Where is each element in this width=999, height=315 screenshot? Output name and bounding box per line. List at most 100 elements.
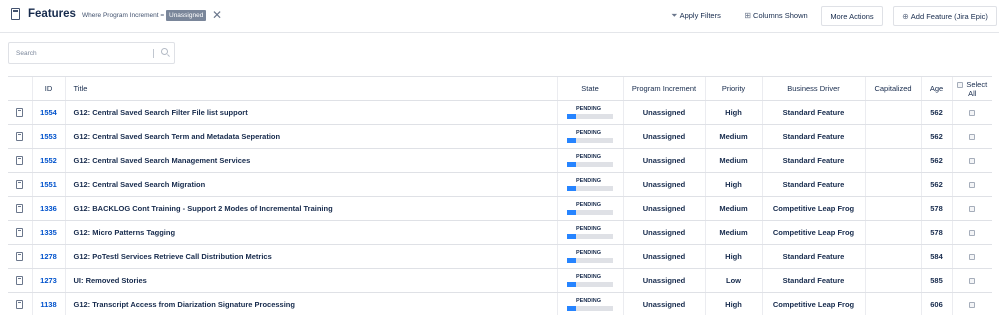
feature-title[interactable]: G12: PoTestl Services Retrieve Call Dist… <box>64 244 557 269</box>
document-icon <box>16 228 24 238</box>
program-increment-cell: Unassigned <box>622 124 705 149</box>
close-icon[interactable]: ✕ <box>212 8 222 22</box>
page-header: Features Where Program Increment = Unass… <box>0 0 999 33</box>
column-header-title[interactable]: Title <box>64 76 557 101</box>
table-header-row: ID Title State Program Increment Priorit… <box>8 76 992 101</box>
program-increment-cell: Unassigned <box>622 196 705 221</box>
business-driver-cell: Standard Feature <box>761 124 865 149</box>
feature-title[interactable]: G12: Central Saved Search Migration <box>64 172 557 197</box>
feature-id-link[interactable]: 1278 <box>31 244 65 269</box>
row-checkbox[interactable] <box>969 302 976 309</box>
capitalized-cell <box>864 148 921 173</box>
state-progress-bar <box>567 306 613 311</box>
capitalized-cell <box>864 172 921 197</box>
business-driver-cell: Competitive Leap Frog <box>761 196 865 221</box>
column-header-id[interactable]: ID <box>31 76 65 101</box>
program-increment-cell: Unassigned <box>622 220 705 245</box>
document-icon <box>16 300 24 310</box>
row-checkbox[interactable] <box>969 254 976 261</box>
table-row[interactable]: 1336 G12: BACKLOG Cont Training - Support… <box>8 196 992 221</box>
state-cell: PENDING <box>556 292 623 315</box>
column-header-capitalized[interactable]: Capitalized <box>864 76 921 101</box>
row-checkbox[interactable] <box>969 134 976 141</box>
row-select-cell <box>951 172 992 197</box>
state-cell: PENDING <box>556 148 623 173</box>
business-driver-cell: Competitive Leap Frog <box>761 220 865 245</box>
state-progress-fill <box>567 138 577 143</box>
state-progress-bar <box>567 210 613 215</box>
feature-title[interactable]: G12: BACKLOG Cont Training - Support 2 M… <box>64 196 557 221</box>
program-increment-cell: Unassigned <box>622 244 705 269</box>
row-select-cell <box>951 220 992 245</box>
state-indicator: PENDING <box>567 178 613 191</box>
state-progress-fill <box>567 114 577 119</box>
column-header-program-increment[interactable]: Program Increment <box>622 76 705 101</box>
feature-id-link[interactable]: 1551 <box>31 172 65 197</box>
feature-id-link[interactable]: 1138 <box>31 292 65 315</box>
state-label: PENDING <box>576 250 602 256</box>
state-cell: PENDING <box>556 220 623 245</box>
columns-shown-button[interactable]: ⊞ Columns Shown <box>742 6 810 26</box>
plus-circle-icon: ⊕ <box>902 12 909 21</box>
feature-title[interactable]: G12: Central Saved Search Term and Metad… <box>64 124 557 149</box>
column-header-priority[interactable]: Priority <box>704 76 762 101</box>
feature-id-link[interactable]: 1273 <box>31 268 65 293</box>
priority-cell: High <box>704 292 762 315</box>
state-label: PENDING <box>576 130 602 136</box>
state-cell: PENDING <box>556 196 623 221</box>
grid-icon: ⊞ <box>744 11 752 20</box>
business-driver-cell: Standard Feature <box>761 268 865 293</box>
state-label: PENDING <box>576 274 602 280</box>
table-row[interactable]: 1551 G12: Central Saved Search Migration P… <box>8 172 992 197</box>
state-progress-fill <box>567 162 577 167</box>
feature-id-link[interactable]: 1335 <box>31 220 65 245</box>
table-row[interactable]: 1554 G12: Central Saved Search Filter Fil… <box>8 100 992 125</box>
state-cell: PENDING <box>556 244 623 269</box>
table-row[interactable]: 1335 G12: Micro Patterns Tagging PENDING Un… <box>8 220 992 245</box>
table-row[interactable]: 1552 G12: Central Saved Search Management… <box>8 148 992 173</box>
add-feature-button[interactable]: ⊕ Add Feature (Jira Epic) <box>893 6 997 26</box>
row-type-cell <box>8 268 32 293</box>
age-cell: 562 <box>920 124 952 149</box>
search-input[interactable] <box>9 43 149 63</box>
program-increment-cell: Unassigned <box>622 148 705 173</box>
row-checkbox[interactable] <box>969 182 976 189</box>
state-indicator: PENDING <box>567 202 613 215</box>
search-box <box>8 42 175 64</box>
feature-title[interactable]: UI: Removed Stories <box>64 268 557 293</box>
state-progress-bar <box>567 258 613 263</box>
feature-id-link[interactable]: 1552 <box>31 148 65 173</box>
feature-title[interactable]: G12: Micro Patterns Tagging <box>64 220 557 245</box>
columns-shown-label: Columns Shown <box>753 11 808 20</box>
feature-id-link[interactable]: 1553 <box>31 124 65 149</box>
row-checkbox[interactable] <box>969 110 976 117</box>
feature-id-link[interactable]: 1336 <box>31 196 65 221</box>
program-increment-cell: Unassigned <box>622 172 705 197</box>
table-row[interactable]: 1138 G12: Transcript Access from Diarizat… <box>8 292 992 315</box>
row-type-cell <box>8 196 32 221</box>
more-actions-button[interactable]: More Actions <box>821 6 883 26</box>
apply-filters-button[interactable]: ⏷ Apply Filters <box>668 6 724 26</box>
add-feature-label: Add Feature (Jira Epic) <box>910 12 988 21</box>
state-indicator: PENDING <box>567 226 613 239</box>
table-row[interactable]: 1273 UI: Removed Stories PENDING Unassigned… <box>8 268 992 293</box>
state-progress-bar <box>567 138 613 143</box>
feature-title[interactable]: G12: Transcript Access from Diarization … <box>64 292 557 315</box>
select-all-checkbox[interactable] <box>957 81 964 88</box>
table-row[interactable]: 1278 G12: PoTestl Services Retrieve Call … <box>8 244 992 269</box>
row-checkbox[interactable] <box>969 230 976 237</box>
row-checkbox[interactable] <box>969 278 976 285</box>
column-header-state[interactable]: State <box>556 76 623 101</box>
row-checkbox[interactable] <box>969 206 976 213</box>
business-driver-cell: Standard Feature <box>761 100 865 125</box>
state-progress-bar <box>567 282 613 287</box>
column-header-age[interactable]: Age <box>920 76 952 101</box>
feature-title[interactable]: G12: Central Saved Search Filter File li… <box>64 100 557 125</box>
row-checkbox[interactable] <box>969 158 976 165</box>
search-icon[interactable] <box>161 48 168 55</box>
column-header-business-driver[interactable]: Business Driver <box>761 76 865 101</box>
table-row[interactable]: 1553 G12: Central Saved Search Term and M… <box>8 124 992 149</box>
feature-title[interactable]: G12: Central Saved Search Management Ser… <box>64 148 557 173</box>
state-progress-fill <box>567 306 577 311</box>
feature-id-link[interactable]: 1554 <box>31 100 65 125</box>
